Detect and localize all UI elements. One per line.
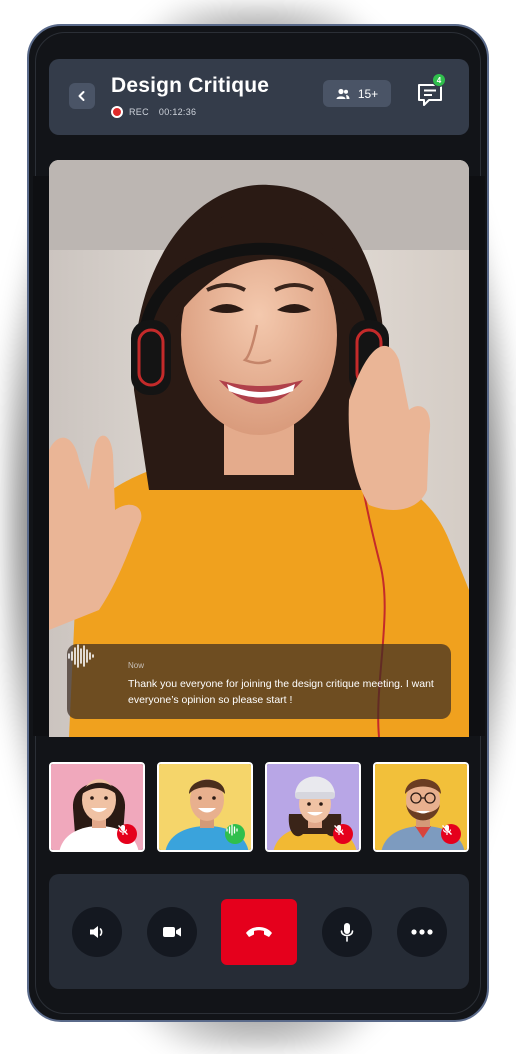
participants-count: 15+ bbox=[357, 86, 379, 101]
speaker-button[interactable] bbox=[72, 907, 122, 957]
record-icon bbox=[111, 106, 123, 118]
chat-button[interactable]: 4 bbox=[415, 73, 446, 109]
participants-button[interactable]: 15+ bbox=[323, 80, 391, 107]
video-toggle-button[interactable] bbox=[147, 907, 197, 957]
more-options-icon bbox=[411, 929, 433, 935]
phone-frame: Design Critique REC 00:12:36 15+ 4 Now T… bbox=[27, 24, 489, 1022]
microphone-button[interactable] bbox=[322, 907, 372, 957]
participant-strip bbox=[49, 762, 469, 852]
more-options-button[interactable] bbox=[397, 907, 447, 957]
end-call-icon bbox=[246, 927, 272, 937]
participant-tile[interactable] bbox=[265, 762, 361, 852]
meeting-title: Design Critique bbox=[111, 74, 270, 97]
mic-active-icon bbox=[225, 824, 245, 844]
caption-time: Now bbox=[128, 661, 145, 670]
rec-timer: 00:12:36 bbox=[158, 107, 197, 117]
chevron-left-icon bbox=[78, 91, 85, 101]
recording-status: REC 00:12:36 bbox=[111, 106, 196, 118]
rec-label: REC bbox=[129, 107, 149, 117]
caption-text: Thank you everyone for joining the desig… bbox=[128, 678, 434, 706]
participant-tile[interactable] bbox=[49, 762, 145, 852]
participant-tile[interactable] bbox=[373, 762, 469, 852]
live-caption: Now Thank you everyone for joining the d… bbox=[67, 644, 451, 719]
video-camera-icon bbox=[163, 927, 181, 937]
chat-unread-badge: 4 bbox=[432, 73, 446, 87]
mic-muted-icon bbox=[117, 824, 137, 844]
call-header: Design Critique REC 00:12:36 15+ 4 bbox=[49, 59, 469, 135]
call-controls bbox=[49, 874, 469, 989]
main-speaker-video[interactable]: Now Thank you everyone for joining the d… bbox=[49, 160, 469, 737]
end-call-button[interactable] bbox=[221, 899, 297, 965]
participant-tile[interactable] bbox=[157, 762, 253, 852]
mic-muted-icon bbox=[441, 824, 461, 844]
audio-wave-icon bbox=[68, 644, 94, 668]
mic-muted-icon bbox=[333, 824, 353, 844]
microphone-icon bbox=[340, 923, 354, 942]
users-icon bbox=[336, 88, 350, 99]
speaker-icon bbox=[90, 926, 103, 938]
back-button[interactable] bbox=[69, 83, 95, 109]
